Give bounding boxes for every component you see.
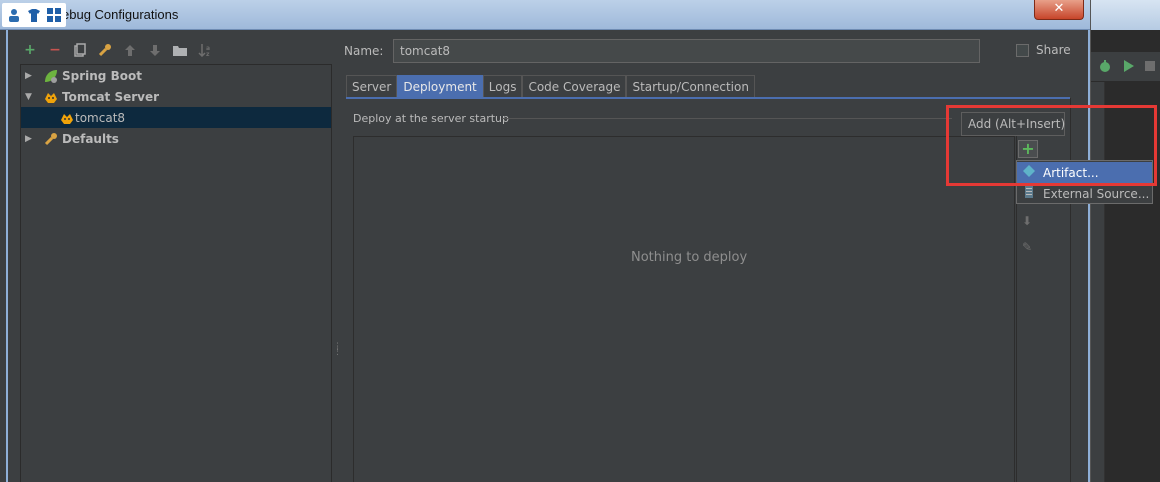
coverage-icon[interactable] <box>1121 58 1137 74</box>
grid-icon[interactable] <box>45 5 63 25</box>
config-toolbar: + − az <box>22 40 213 60</box>
window-title-bar: ebug Configurations <box>0 0 1090 30</box>
tree-item-label: Tomcat Server <box>62 89 160 104</box>
user-icon[interactable] <box>5 5 23 25</box>
wrench-icon <box>43 131 59 147</box>
tomcat-icon <box>43 89 59 105</box>
edit-pencil-icon[interactable]: ✎ <box>1022 240 1032 254</box>
move-down-icon[interactable] <box>147 42 163 58</box>
config-tabs: Server Deployment Logs Code Coverage Sta… <box>346 75 755 98</box>
empty-state-text: Nothing to deploy <box>631 250 748 265</box>
sort-icon[interactable]: az <box>197 42 213 58</box>
ide-background <box>1090 0 1160 482</box>
taskbar-icons <box>2 3 66 27</box>
name-field[interactable] <box>393 39 980 63</box>
move-up-icon[interactable] <box>122 42 138 58</box>
expand-arrow-icon[interactable]: ▶ <box>25 71 37 81</box>
deployment-list[interactable] <box>353 136 1015 482</box>
menu-item-label: External Source... <box>1043 186 1150 201</box>
add-icon[interactable]: + <box>22 42 38 58</box>
tab-startup-connection[interactable]: Startup/Connection <box>626 75 755 98</box>
tab-logs[interactable]: Logs <box>482 75 523 98</box>
close-button[interactable]: ✕ <box>1034 0 1084 20</box>
tree-item-spring-boot[interactable]: ▶ Spring Boot <box>21 65 331 86</box>
expand-arrow-icon[interactable]: ▶ <box>25 134 37 144</box>
stop-icon[interactable] <box>1143 58 1157 74</box>
section-divider <box>502 118 952 119</box>
tree-item-tomcat-server[interactable]: ▼ Tomcat Server <box>21 86 331 107</box>
move-down-icon[interactable]: ⬇ <box>1022 214 1032 228</box>
share-label[interactable]: Share <box>1036 43 1071 57</box>
highlight-annotation-box <box>946 105 1157 186</box>
copy-icon[interactable] <box>72 42 88 58</box>
debug-bug-icon[interactable] <box>1097 58 1113 74</box>
spring-leaf-icon <box>43 68 59 84</box>
svg-text:z: z <box>206 51 210 57</box>
external-source-icon <box>1021 185 1037 202</box>
collapse-arrow-icon[interactable]: ▼ <box>25 92 37 102</box>
window-title: ebug Configurations <box>62 7 179 22</box>
remove-icon[interactable]: − <box>47 42 63 58</box>
menu-item-external-source[interactable]: External Source... <box>1017 183 1152 204</box>
deploy-section-header: Deploy at the server startup <box>353 112 510 125</box>
ide-toolbar <box>1091 52 1160 82</box>
tomcat-icon <box>59 110 75 126</box>
name-label: Name: <box>344 44 384 58</box>
tree-item-label: tomcat8 <box>75 110 126 125</box>
shirt-icon[interactable] <box>25 5 43 25</box>
tab-code-coverage[interactable]: Code Coverage <box>522 75 627 98</box>
ide-title-area <box>1091 0 1160 30</box>
tab-underline <box>346 97 1070 99</box>
tab-deployment[interactable]: Deployment <box>397 75 483 98</box>
folder-icon[interactable] <box>172 42 188 58</box>
tree-item-defaults[interactable]: ▶ Defaults <box>21 128 331 149</box>
tree-item-label: Defaults <box>62 131 119 146</box>
splitter-handle[interactable]: ⋮⋮ <box>333 343 342 365</box>
wrench-icon[interactable] <box>97 42 113 58</box>
config-tree: ▶ Spring Boot ▼ Tomcat Server tomcat8 ▶ … <box>20 64 332 482</box>
tree-item-tomcat8[interactable]: tomcat8 <box>21 107 331 128</box>
tree-item-label: Spring Boot <box>62 68 142 83</box>
share-checkbox[interactable] <box>1016 44 1029 57</box>
tab-server[interactable]: Server <box>346 75 398 98</box>
